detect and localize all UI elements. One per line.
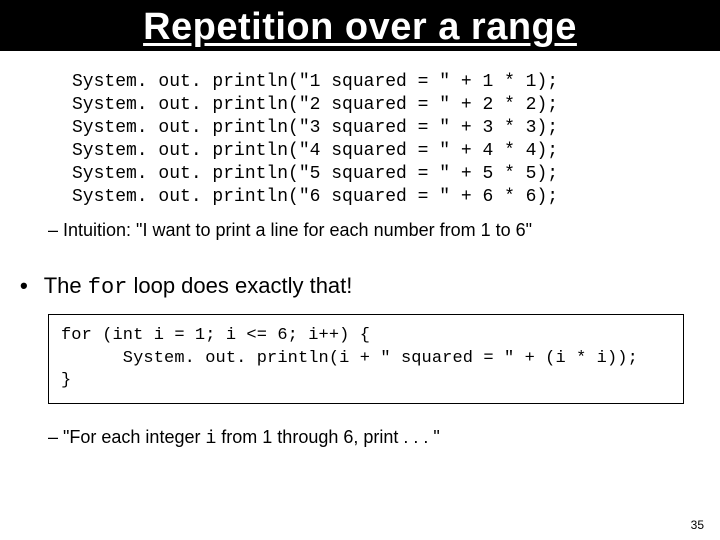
- code-block-repeated-println: System. out. println("1 squared = " + 1 …: [72, 71, 660, 209]
- intuition-text: – Intuition: "I want to print a line for…: [48, 220, 532, 240]
- slide: Repetition over a range System. out. pri…: [0, 0, 720, 540]
- sub-text-suffix: from 1 through 6, print . . . ": [216, 427, 440, 447]
- bullet-dot: •: [20, 273, 38, 299]
- page-number: 35: [691, 518, 704, 532]
- title-bar: Repetition over a range: [0, 0, 720, 51]
- for-keyword: for: [88, 275, 128, 300]
- variable-i: i: [205, 429, 216, 449]
- sub-text-prefix: – "For each integer: [48, 427, 205, 447]
- main-bullet: • The for loop does exactly that!: [20, 273, 700, 300]
- main-text-suffix: loop does exactly that!: [127, 273, 352, 298]
- code-block-for-loop: for (int i = 1; i <= 6; i++) { System. o…: [48, 314, 684, 405]
- intuition-line: – Intuition: "I want to print a line for…: [48, 219, 700, 242]
- sub-bullet: – "For each integer i from 1 through 6, …: [48, 426, 700, 451]
- main-text-prefix: The: [44, 273, 88, 298]
- slide-title: Repetition over a range: [143, 6, 577, 48]
